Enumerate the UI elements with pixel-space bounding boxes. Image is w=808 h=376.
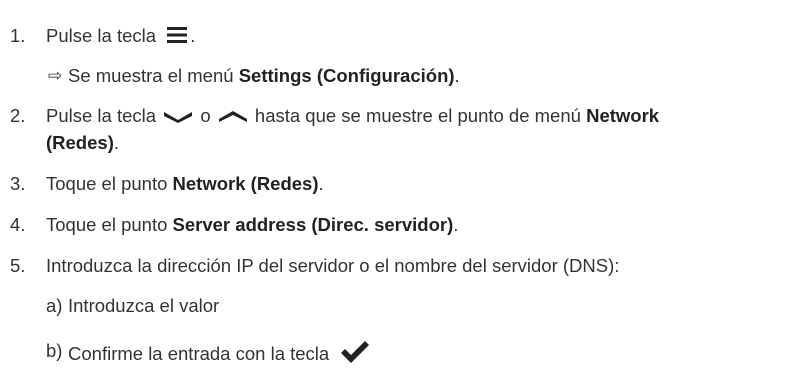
step-text: Pulse la tecla	[46, 105, 157, 126]
step-text: Introduzca la dirección IP del servidor …	[46, 255, 620, 276]
chevron-down-icon	[164, 112, 193, 124]
substep-text: Introduzca el valor	[68, 295, 220, 316]
menu-item-name: Network	[586, 105, 660, 126]
result-menu-name: Settings (Configuración)	[238, 65, 455, 86]
step-text-or: o	[200, 105, 211, 126]
step-text: Toque el punto	[46, 214, 168, 235]
step-text-end: .	[453, 214, 459, 235]
step-text: Pulse la tecla	[46, 25, 157, 46]
step-text-end: .	[113, 132, 119, 153]
substep-text: Confirme la entrada con la tecla	[68, 342, 330, 364]
step-text: hasta que se muestre el punto de menú	[254, 105, 581, 126]
menu-item-name: Network (Redes)	[172, 173, 319, 194]
menu-item-name: Server address (Direc. servidor)	[172, 214, 454, 235]
menu-icon	[167, 27, 188, 44]
menu-item-name-continued: (Redes)	[46, 132, 114, 153]
step-number: 4.	[10, 214, 26, 235]
result-text-end: .	[454, 65, 460, 86]
substep-letter: a)	[46, 295, 63, 316]
checkmark-icon	[341, 341, 370, 363]
chevron-up-icon	[218, 111, 247, 123]
step-number: 2.	[10, 105, 26, 126]
step-text-end: .	[190, 25, 196, 46]
result-arrow-icon: ⇨	[48, 66, 63, 85]
step-number: 5.	[10, 255, 26, 276]
result-text: Se muestra el menú	[68, 65, 234, 86]
step-text-end: .	[318, 173, 324, 194]
step-text: Toque el punto	[46, 173, 168, 194]
step-number: 3.	[10, 173, 26, 194]
step-number: 1.	[10, 25, 26, 46]
substep-letter: b)	[46, 340, 63, 361]
instruction-list: 1. Pulse la tecla . ⇨ Se muestra el menú…	[0, 0, 808, 376]
